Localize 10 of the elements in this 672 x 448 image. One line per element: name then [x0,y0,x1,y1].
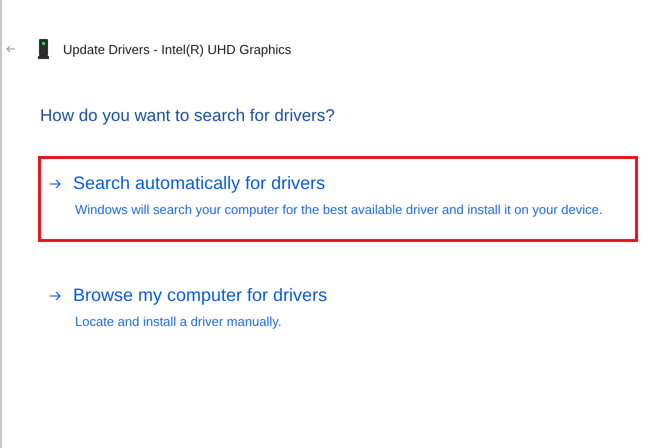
option-link[interactable]: Search automatically for drivers [49,173,627,194]
option-description: Locate and install a driver manually. [75,313,282,331]
arrow-icon [49,178,61,188]
heading: How do you want to search for drivers? [40,106,336,126]
arrow-icon [49,290,61,300]
option-link[interactable]: Browse my computer for drivers [49,285,627,306]
option-description: Windows will search your computer for the best available driver and install it on your device. [75,201,604,219]
device-icon [38,39,49,59]
window-title: Update Drivers - Intel(R) UHD Graphics [63,42,292,56]
back-arrow-icon[interactable] [6,45,16,53]
